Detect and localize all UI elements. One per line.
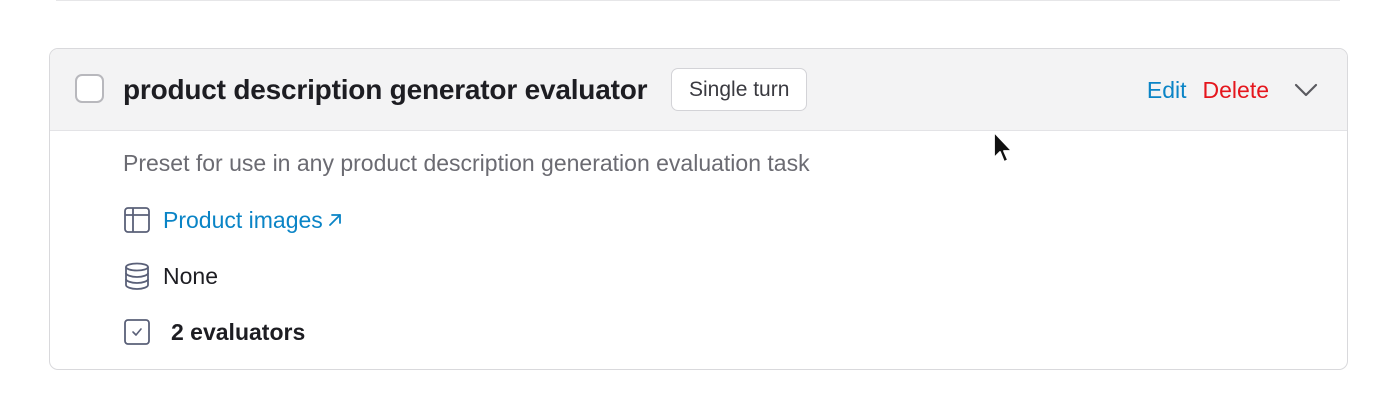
preset-title: product description generator evaluator xyxy=(123,74,648,105)
database-label: None xyxy=(163,262,218,289)
checkbox-square-icon xyxy=(123,318,151,346)
evaluators-count: 2 evaluators xyxy=(171,318,306,345)
external-link-arrow-icon xyxy=(327,212,343,228)
dataset-link[interactable]: Product images xyxy=(163,207,343,234)
mouse-pointer-icon xyxy=(992,130,1016,166)
preset-description: Preset for use in any product descriptio… xyxy=(123,150,810,176)
evaluators-row: 2 evaluators xyxy=(123,315,305,349)
database-icon xyxy=(123,262,151,290)
delete-button[interactable]: Delete xyxy=(1203,77,1269,104)
dataset-link-label: Product images xyxy=(163,206,323,233)
previous-card-bottom-edge xyxy=(56,0,1340,1)
database-row: None xyxy=(123,259,218,293)
preset-card: product description generator evaluator … xyxy=(49,48,1348,370)
table-icon xyxy=(123,206,151,234)
preset-card-body: Preset for use in any product descriptio… xyxy=(50,131,1347,369)
select-preset-checkbox[interactable] xyxy=(75,74,104,103)
preset-type-tag: Single turn xyxy=(671,68,808,111)
chevron-down-icon[interactable] xyxy=(1293,77,1319,103)
dataset-row: Product images xyxy=(123,203,343,237)
preset-card-header[interactable]: product description generator evaluator … xyxy=(50,49,1347,131)
preset-actions: Edit Delete xyxy=(1147,71,1319,109)
edit-button[interactable]: Edit xyxy=(1147,77,1187,104)
